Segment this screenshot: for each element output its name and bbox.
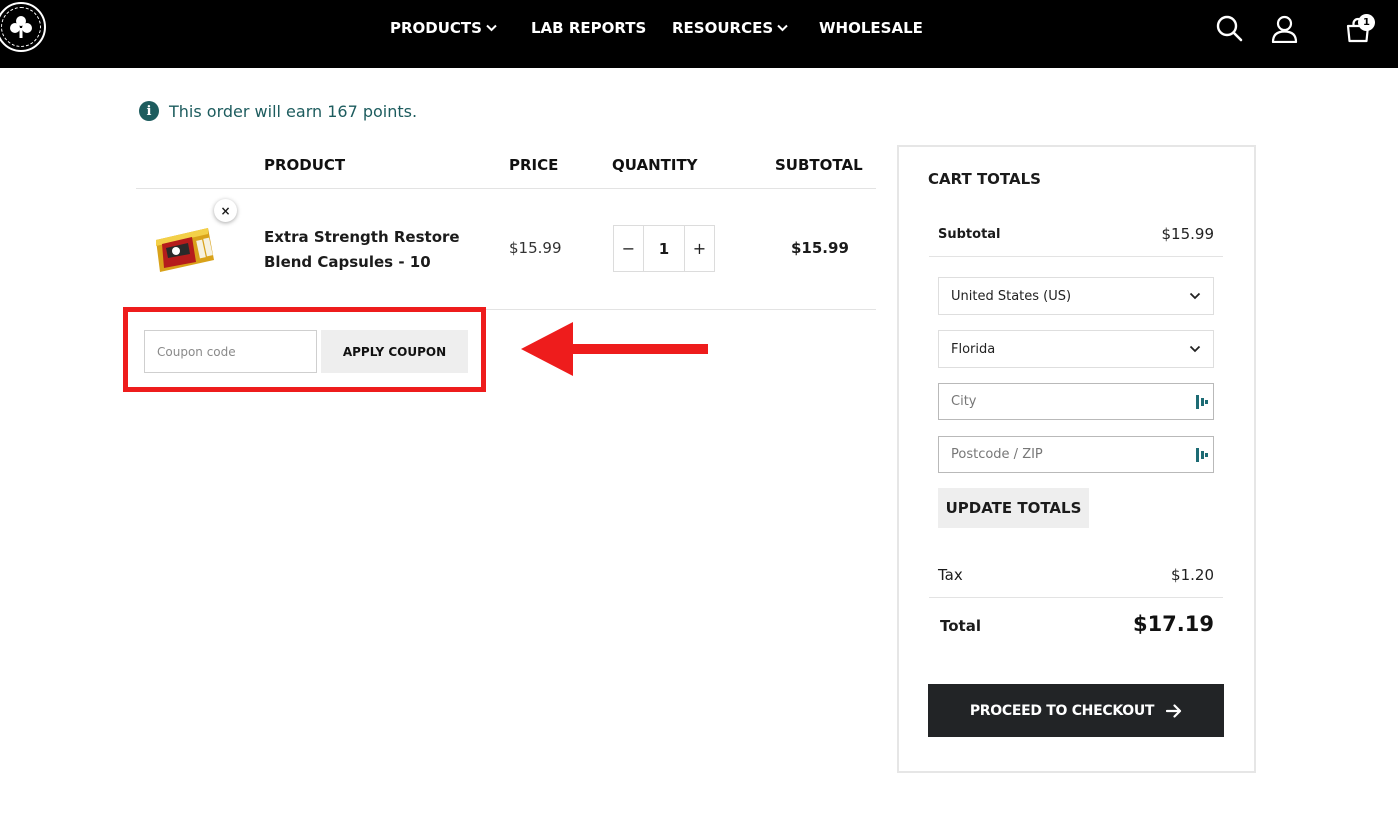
points-notice-text: This order will earn 167 points.	[169, 101, 418, 121]
nav-resources-label: RESOURCES	[672, 19, 774, 37]
country-select[interactable]: United States (US)	[938, 277, 1214, 315]
state-select-value: Florida	[951, 341, 996, 357]
product-price: $15.99	[509, 239, 562, 257]
nav-wholesale[interactable]: WHOLESALE	[819, 19, 923, 37]
apply-coupon-button[interactable]: APPLY COUPON	[321, 330, 468, 373]
chevron-down-icon	[777, 24, 788, 32]
club-logo-icon[interactable]	[0, 2, 46, 52]
quantity-stepper: − 1 +	[613, 225, 715, 272]
search-icon[interactable]	[1215, 14, 1243, 42]
red-arrow-icon	[521, 322, 708, 376]
postcode-field[interactable]	[938, 436, 1214, 473]
chevron-down-icon	[1189, 345, 1201, 353]
header-product: PRODUCT	[264, 156, 346, 174]
city-field[interactable]	[938, 383, 1214, 420]
header-subtotal: SUBTOTAL	[775, 156, 863, 174]
nav-wholesale-label: WHOLESALE	[819, 19, 923, 37]
user-icon[interactable]	[1271, 15, 1298, 43]
chevron-down-icon	[486, 24, 497, 32]
arrow-right-icon	[1166, 703, 1182, 718]
chevron-down-icon	[1189, 292, 1201, 300]
nav-lab-reports[interactable]: LAB REPORTS	[531, 19, 646, 37]
close-icon: ×	[220, 203, 231, 218]
nav-products-label: PRODUCTS	[390, 19, 482, 37]
subtotal-label: Subtotal	[938, 227, 1001, 242]
coupon-code-input[interactable]	[144, 330, 317, 373]
site-header: PRODUCTS LAB REPORTS RESOURCES WHOLESALE…	[0, 0, 1398, 68]
product-thumbnail[interactable]	[152, 218, 220, 276]
tax-value: $1.20	[1171, 566, 1214, 584]
total-value: $17.19	[1132, 612, 1214, 636]
totals-divider	[929, 597, 1223, 598]
header-quantity: QUANTITY	[612, 156, 698, 174]
totals-divider	[929, 256, 1223, 257]
checkout-label: PROCEED TO CHECKOUT	[969, 702, 1155, 719]
total-label: Total	[940, 617, 981, 635]
header-price: PRICE	[509, 156, 559, 174]
state-select[interactable]: Florida	[938, 330, 1214, 368]
nav-lab-reports-label: LAB REPORTS	[531, 19, 647, 37]
nav-products[interactable]: PRODUCTS	[390, 19, 497, 37]
quantity-input[interactable]: 1	[643, 226, 685, 271]
country-select-value: United States (US)	[951, 288, 1072, 304]
cart-totals-title: CART TOTALS	[928, 170, 1041, 188]
tax-label: Tax	[938, 566, 963, 584]
autofill-icon[interactable]	[1195, 447, 1209, 463]
proceed-to-checkout-button[interactable]: PROCEED TO CHECKOUT	[928, 684, 1224, 737]
points-notice: i This order will earn 167 points.	[139, 101, 417, 121]
quantity-increase-button[interactable]: +	[685, 226, 714, 271]
autofill-icon[interactable]	[1195, 394, 1209, 410]
remove-item-button[interactable]: ×	[214, 199, 237, 222]
table-divider	[136, 188, 876, 189]
nav-resources[interactable]: RESOURCES	[672, 19, 788, 37]
product-name-link[interactable]: Extra Strength Restore Blend Capsules - …	[264, 225, 474, 275]
row-subtotal: $15.99	[791, 239, 849, 257]
quantity-decrease-button[interactable]: −	[614, 226, 643, 271]
update-totals-button[interactable]: UPDATE TOTALS	[938, 488, 1089, 528]
info-icon: i	[139, 101, 159, 121]
cart-count-badge: 1	[1358, 14, 1375, 31]
subtotal-value: $15.99	[1161, 225, 1215, 243]
